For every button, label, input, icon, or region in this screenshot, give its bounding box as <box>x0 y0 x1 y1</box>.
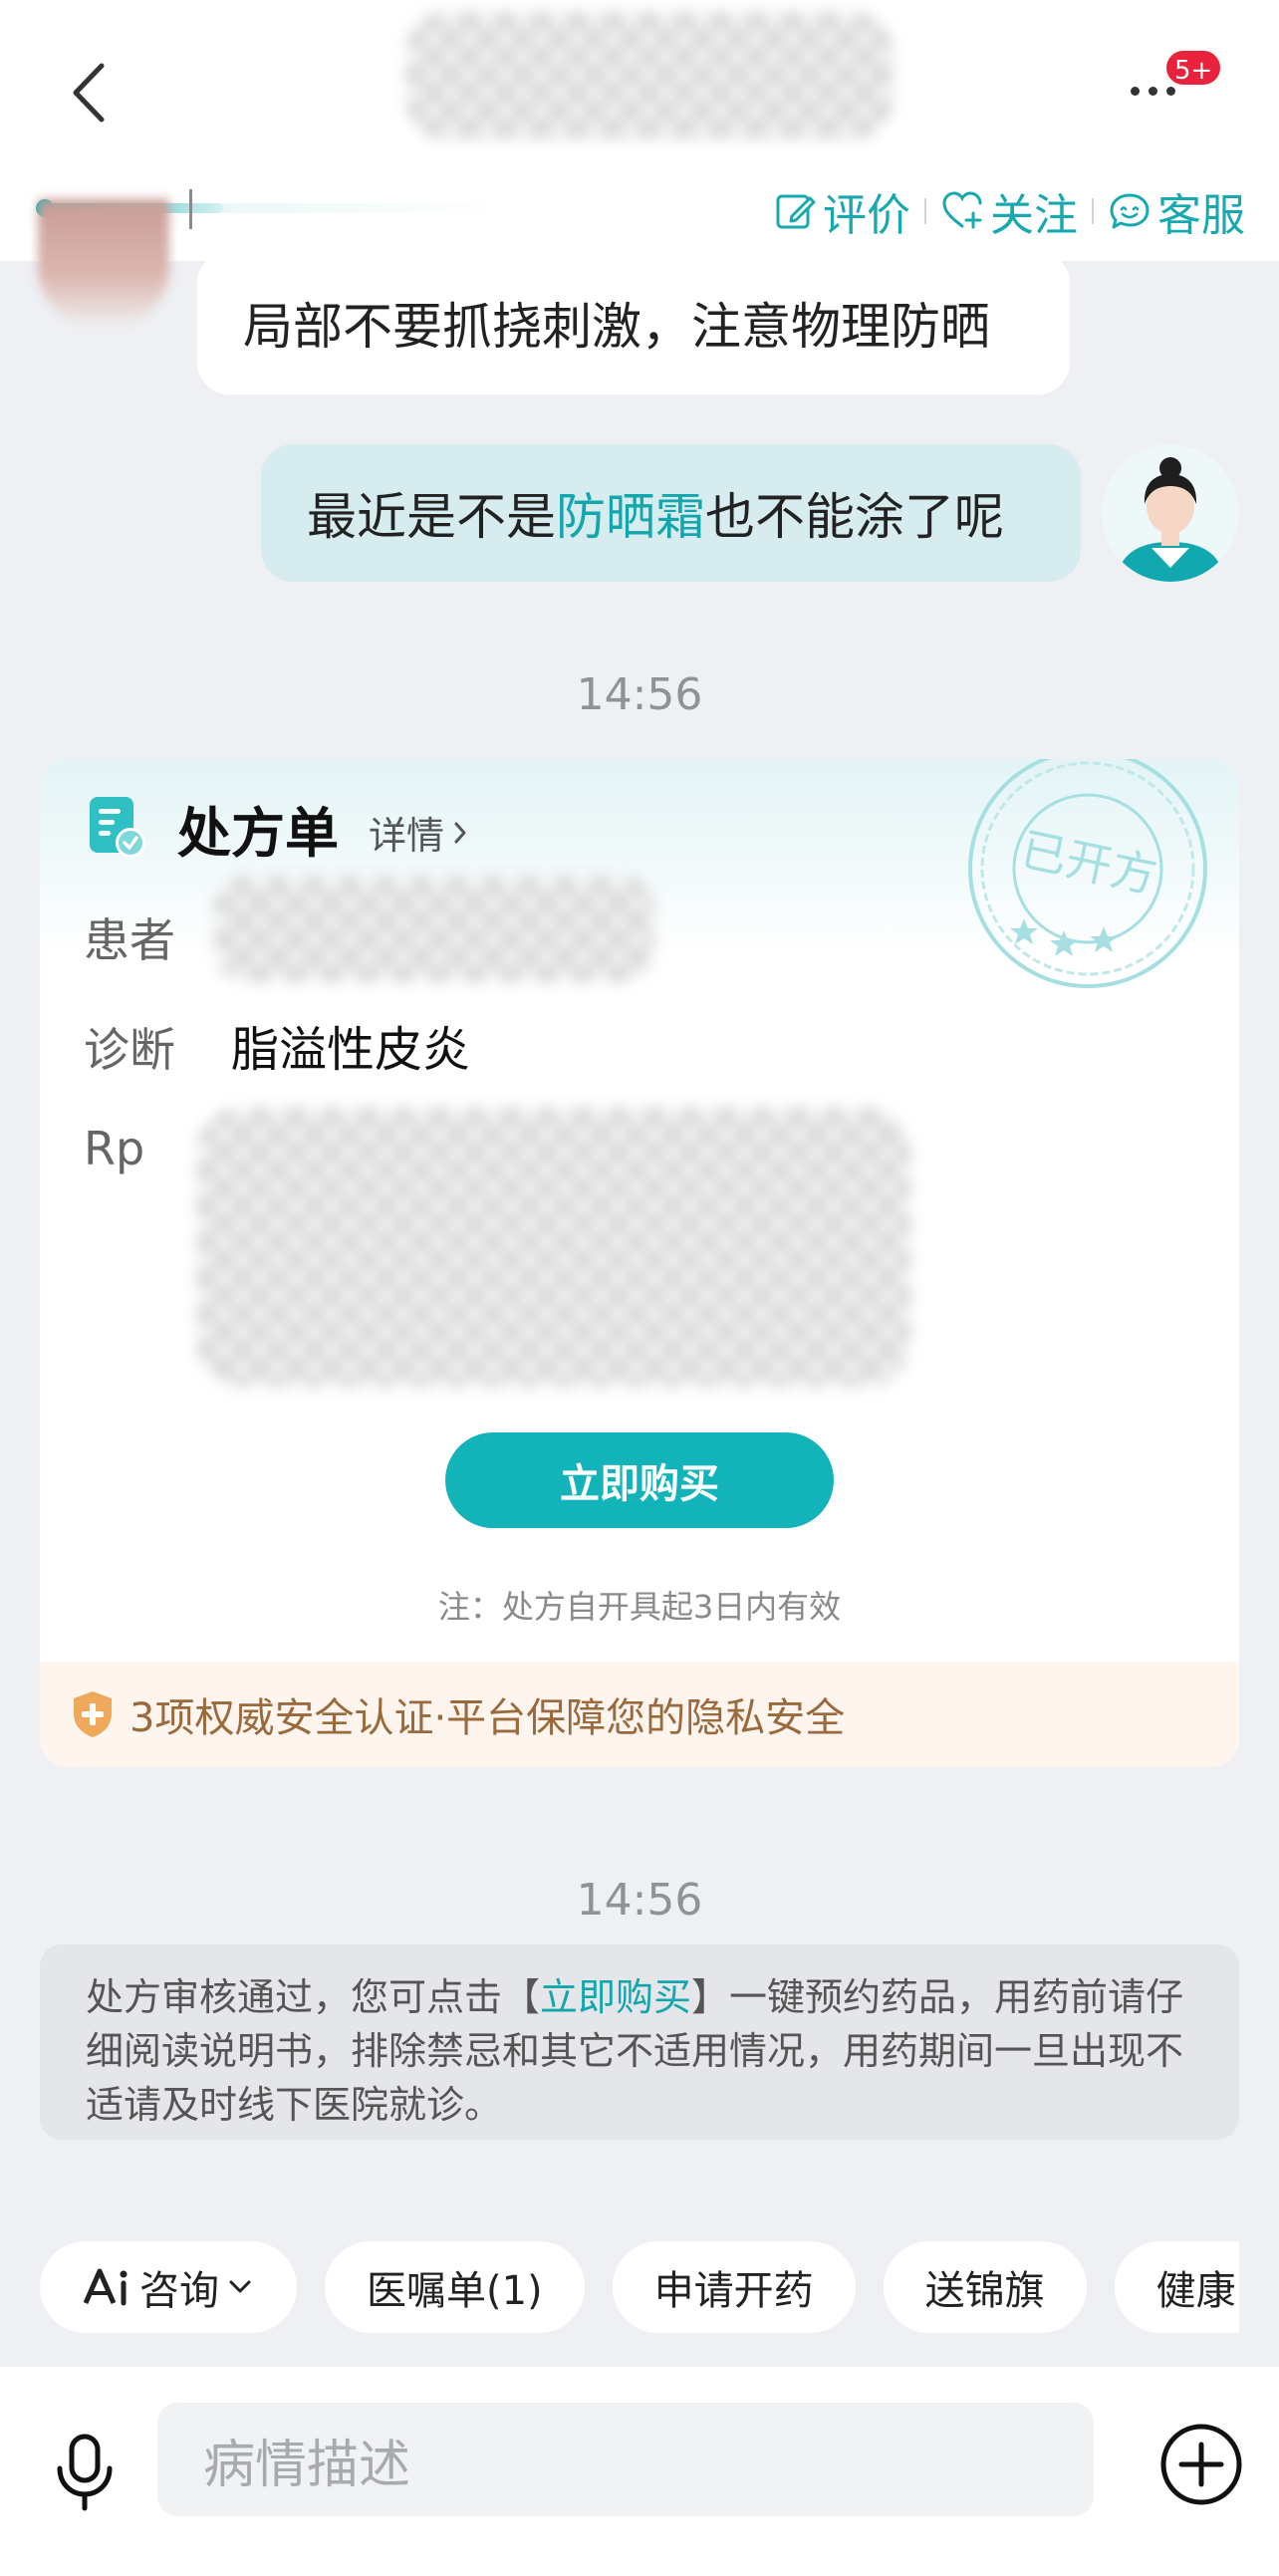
medication-list-redacted <box>197 1108 910 1387</box>
highlighted-keyword[interactable]: 防晒霜 <box>556 488 705 546</box>
security-text: 3项权威安全认证·平台保障您的隐私安全 <box>129 1695 846 1741</box>
prescription-card[interactable]: 处方单 详情 已开方 患者 诊断 脂溢性皮炎 Rp 立即购买 注：处方自开具起3… <box>40 759 1239 1767</box>
divider <box>924 198 926 224</box>
customer-service-label: 客服 <box>1157 190 1245 241</box>
unread-badge: 5+ <box>1163 48 1224 88</box>
ai-icon <box>83 2268 128 2306</box>
medical-advice-chip[interactable]: 医嘱单(1) <box>325 2241 585 2333</box>
follow-label: 关注 <box>990 190 1078 241</box>
more-dot-icon <box>1130 86 1140 96</box>
prescription-title: 处方单 <box>177 802 339 865</box>
progress-marker <box>189 189 192 229</box>
doctor-avatar[interactable] <box>38 199 169 327</box>
doctor-message-text: 局部不要抓挠刺激，注意物理防晒 <box>243 298 990 356</box>
send-banner-chip[interactable]: 送锦旗 <box>883 2241 1087 2333</box>
patient-info-redacted <box>215 877 653 982</box>
back-button[interactable] <box>62 58 122 128</box>
user-avatar-icon <box>1102 444 1239 582</box>
input-bar: 病情描述 <box>0 2367 1279 2576</box>
follow-button[interactable]: 关注 <box>940 179 1078 243</box>
user-message-text: 最近是不是防晒霜也不能涂了呢 <box>307 488 1004 546</box>
timestamp: 14:56 <box>576 669 703 720</box>
diagnosis-value: 脂溢性皮炎 <box>231 1022 471 1078</box>
doctor-message-bubble: 局部不要抓挠刺激，注意物理防晒 <box>197 251 1070 394</box>
timestamp: 14:56 <box>576 1875 703 1926</box>
chevron-down-icon <box>229 2280 251 2293</box>
buy-now-link[interactable]: 立即购买 <box>540 1975 691 2019</box>
apply-prescription-chip[interactable]: 申请开药 <box>612 2241 856 2333</box>
more-dot-icon <box>1148 86 1157 96</box>
divider <box>1092 198 1094 224</box>
microphone-icon[interactable] <box>52 2433 118 2512</box>
ai-consult-label: 咨询 <box>139 2268 219 2314</box>
issued-stamp: 已开方 <box>968 759 1207 988</box>
user-avatar[interactable] <box>1102 444 1239 582</box>
detail-link[interactable]: 详情 <box>369 805 470 860</box>
detail-label: 详情 <box>369 814 445 858</box>
plus-icon[interactable] <box>1157 2421 1245 2508</box>
ai-consult-chip[interactable]: 咨询 <box>40 2241 297 2333</box>
buy-now-button[interactable]: 立即购买 <box>445 1432 834 1528</box>
diagnosis-label: 诊断 <box>84 1023 175 1077</box>
chat-header: 5+ 评价 关注 客服 <box>0 0 1279 261</box>
chevron-left-icon <box>73 63 105 123</box>
customer-service-button[interactable]: 客服 <box>1108 179 1245 243</box>
system-notice: 处方审核通过，您可点击【立即购买】一键预约药品，用药前请仔细阅读说明书，排除禁忌… <box>40 1944 1239 2140</box>
doctor-name-redacted <box>406 12 893 139</box>
validity-note: 注：处方自开具起3日内有效 <box>437 1588 842 1626</box>
rp-label: Rp <box>84 1122 145 1175</box>
user-message-bubble: 最近是不是防晒霜也不能涂了呢 <box>261 444 1081 582</box>
smile-chat-icon <box>1110 193 1150 229</box>
quick-action-bar: 咨询 医嘱单(1) 申请开药 送锦旗 健康 <box>40 2241 1239 2333</box>
header-actions: 评价 关注 客服 <box>773 179 1245 243</box>
edit-icon <box>776 194 816 229</box>
heart-plus-icon <box>942 191 982 229</box>
review-label: 评价 <box>823 190 910 241</box>
prescription-icon <box>90 797 145 858</box>
stamp-text: 已开方 <box>1016 822 1161 903</box>
more-dot-icon <box>1165 86 1175 96</box>
shield-icon <box>74 1691 112 1737</box>
chevron-right-icon <box>454 822 466 843</box>
input-placeholder: 病情描述 <box>203 2435 411 2495</box>
security-banner[interactable]: 3项权威安全认证·平台保障您的隐私安全 <box>40 1662 1239 1767</box>
health-chip[interactable]: 健康 <box>1114 2241 1239 2333</box>
review-button[interactable]: 评价 <box>773 179 910 243</box>
patient-label: 患者 <box>84 913 175 967</box>
symptom-input[interactable]: 病情描述 <box>157 2403 1094 2516</box>
